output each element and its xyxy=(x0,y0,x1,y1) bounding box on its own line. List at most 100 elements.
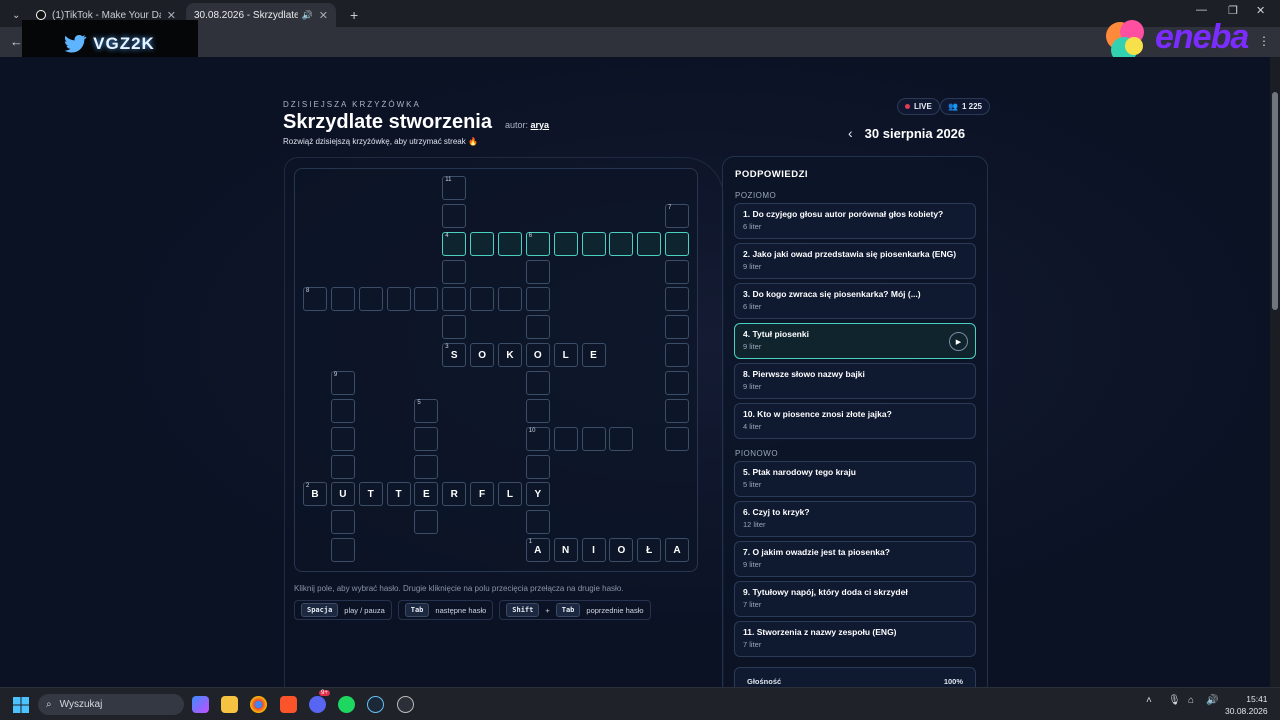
grid-cell[interactable] xyxy=(386,287,411,312)
play-icon[interactable]: ▶ xyxy=(949,332,968,351)
grid-cell[interactable]: A xyxy=(665,538,690,563)
grid-cell[interactable] xyxy=(470,287,495,312)
clue-card[interactable]: 9. Tytułowy napój, który doda ci skrzyde… xyxy=(734,581,976,617)
grid-cell[interactable] xyxy=(330,454,355,479)
grid-cell[interactable]: 9 xyxy=(330,370,355,395)
clue-card[interactable]: 1. Do czyjego głosu autor porównał głos … xyxy=(734,203,976,239)
grid-cell[interactable] xyxy=(414,454,439,479)
grid-cell[interactable] xyxy=(442,259,467,284)
grid-cell[interactable]: 4 xyxy=(442,231,467,256)
grid-cell[interactable] xyxy=(414,426,439,451)
grid-cell[interactable] xyxy=(553,231,578,256)
clue-card[interactable]: 3. Do kogo zwraca się piosenkarka? Mój (… xyxy=(734,283,976,319)
grid-cell[interactable]: I xyxy=(581,538,606,563)
grid-cell[interactable] xyxy=(525,259,550,284)
grid-cell[interactable]: O xyxy=(470,343,495,368)
grid-cell[interactable] xyxy=(497,287,522,312)
grid-cell[interactable]: O xyxy=(525,343,550,368)
grid-cell[interactable] xyxy=(525,510,550,535)
chrome-icon[interactable] xyxy=(250,696,267,713)
clue-card[interactable]: 10. Kto w piosence znosi złote jajka? 4 l… xyxy=(734,403,976,439)
grid-cell[interactable] xyxy=(442,315,467,340)
grid-cell[interactable] xyxy=(525,315,550,340)
steam-icon[interactable] xyxy=(367,696,384,713)
brave-icon[interactable] xyxy=(280,696,297,713)
clue-card[interactable]: 8. Pierwsze słowo nazwy bajki 9 liter xyxy=(734,363,976,399)
grid-cell[interactable] xyxy=(414,287,439,312)
grid-cell[interactable] xyxy=(330,510,355,535)
grid-cell[interactable] xyxy=(525,398,550,423)
grid-cell[interactable]: 2B xyxy=(303,482,327,507)
grid-cell[interactable] xyxy=(497,231,522,256)
grid-cell[interactable] xyxy=(581,426,606,451)
grid-cell[interactable]: E xyxy=(414,482,439,507)
grid-cell[interactable]: 6 xyxy=(525,231,550,256)
scrollbar-thumb[interactable] xyxy=(1272,92,1278,310)
grid-cell[interactable] xyxy=(330,398,355,423)
grid-cell[interactable] xyxy=(609,231,634,256)
clue-card[interactable]: 6. Czyj to krzyk? 12 liter xyxy=(734,501,976,537)
grid-cell[interactable]: T xyxy=(358,482,383,507)
grid-cell[interactable] xyxy=(525,370,550,395)
grid-cell[interactable]: Y xyxy=(525,482,550,507)
discord-icon[interactable]: 9+ xyxy=(309,690,330,713)
grid-cell[interactable]: 5 xyxy=(414,398,439,423)
grid-cell[interactable]: 7 xyxy=(665,203,690,228)
grid-cell[interactable] xyxy=(665,398,690,423)
grid-cell[interactable] xyxy=(609,426,634,451)
clue-card[interactable]: 11. Stworzenia z nazwy zespołu (ENG) 7 li… xyxy=(734,621,976,657)
grid-cell[interactable] xyxy=(665,231,690,256)
grid-cell[interactable]: T xyxy=(386,482,411,507)
grid-cell[interactable] xyxy=(553,426,578,451)
grid-cell[interactable] xyxy=(665,259,690,284)
grid-cell[interactable] xyxy=(665,343,690,368)
grid-cell[interactable] xyxy=(525,454,550,479)
grid-cell[interactable] xyxy=(330,287,355,312)
tab-crossword[interactable]: 30.08.2026 - Skrzydlate stw 🔊 ✕ xyxy=(186,3,336,27)
grid-cell[interactable]: L xyxy=(497,482,522,507)
page-scrollbar[interactable] xyxy=(1270,57,1280,687)
new-tab-button[interactable]: + xyxy=(342,3,364,27)
grid-cell[interactable]: 1A xyxy=(525,538,550,563)
grid-cell[interactable]: Ł xyxy=(637,538,662,563)
obs-icon[interactable] xyxy=(397,696,414,713)
clue-card[interactable]: 7. O jakim owadzie jest ta piosenka? 9 li… xyxy=(734,541,976,577)
volume-control[interactable]: Głośność 100% xyxy=(734,667,976,687)
grid-cell[interactable]: U xyxy=(330,482,355,507)
grid-cell[interactable] xyxy=(330,538,355,563)
tab-search-button[interactable]: ⌄ xyxy=(4,3,24,27)
grid-cell[interactable]: E xyxy=(581,343,606,368)
grid-cell[interactable]: 10 xyxy=(525,426,550,451)
grid-cell[interactable] xyxy=(330,426,355,451)
author-link[interactable]: arya xyxy=(531,120,550,130)
taskbar-search[interactable]: ⌕ Wyszukaj xyxy=(38,694,184,715)
grid-cell[interactable]: R xyxy=(442,482,467,507)
windows-start-icon[interactable] xyxy=(13,697,29,713)
grid-cell[interactable] xyxy=(442,203,467,228)
grid-cell[interactable] xyxy=(442,287,467,312)
grid-cell[interactable] xyxy=(665,315,690,340)
previous-day-button[interactable]: ‹ xyxy=(848,125,853,141)
spotify-icon[interactable] xyxy=(338,696,355,713)
clue-card[interactable]: 4. Tytuł piosenki 9 liter ▶ xyxy=(734,323,976,359)
grid-cell[interactable]: L xyxy=(553,343,578,368)
grid-cell[interactable] xyxy=(525,287,550,312)
chevron-up-icon[interactable]: ˄ xyxy=(1146,695,1152,706)
grid-cell[interactable]: K xyxy=(497,343,522,368)
grid-cell[interactable] xyxy=(665,370,690,395)
grid-cell[interactable] xyxy=(358,287,383,312)
grid-cell[interactable]: 3S xyxy=(442,343,467,368)
clue-card[interactable]: 2. Jako jaki owad przedstawia się piosen… xyxy=(734,243,976,279)
grid-cell[interactable] xyxy=(665,287,690,312)
grid-cell[interactable] xyxy=(665,426,690,451)
volume-icon[interactable]: 🔊 xyxy=(1206,695,1218,706)
grid-cell[interactable] xyxy=(637,231,662,256)
grid-cell[interactable]: 11 xyxy=(442,176,467,200)
grid-cell[interactable] xyxy=(414,510,439,535)
copilot-icon[interactable] xyxy=(192,696,209,713)
system-clock[interactable]: 15:41 30.08.2026 xyxy=(1225,693,1268,717)
microphone-icon[interactable]: 🎙 xyxy=(1168,695,1181,706)
speaker-icon[interactable]: 🔊 xyxy=(302,10,313,21)
grid-cell[interactable]: 8 xyxy=(303,287,327,312)
close-icon[interactable]: ✕ xyxy=(319,9,328,22)
